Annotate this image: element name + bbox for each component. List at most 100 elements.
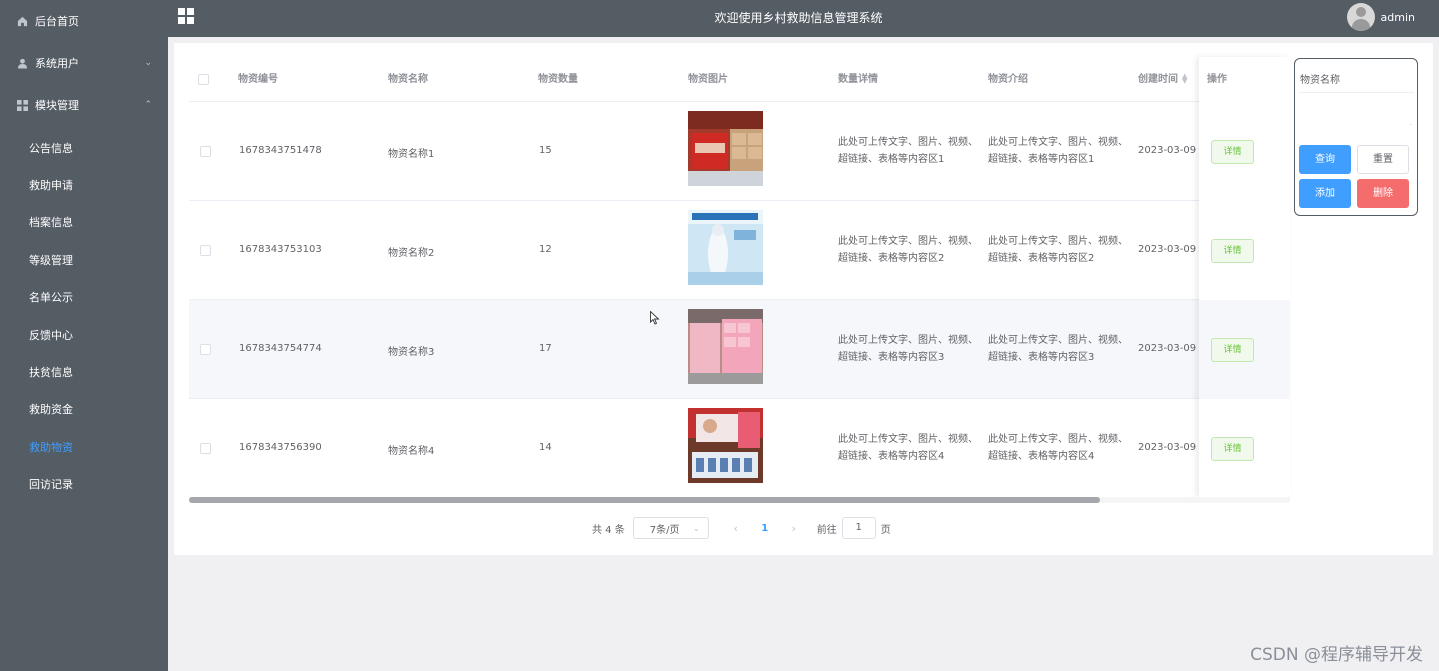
cell-name: 物资名称1 (388, 149, 435, 160)
table-row: 1678343753103 物资名称2 12 此处可上传文字、图片、视频、超链接… (189, 201, 1290, 300)
row-checkbox[interactable] (200, 443, 211, 454)
chevron-down-icon: ⌄ (144, 58, 152, 68)
scrollbar-thumb[interactable] (189, 497, 1100, 503)
content-card: 物资编号 物资名称 物资数量 物资图片 数量详情 物资介绍 创建时间 ▲ ▼ 167… (174, 43, 1433, 555)
data-table: 物资编号 物资名称 物资数量 物资图片 数量详情 物资介绍 创建时间 ▲ ▼ 167… (189, 57, 1290, 505)
mouse-cursor-icon (650, 310, 660, 325)
cell-id: 1678343754774 (239, 343, 322, 354)
cell-id: 1678343751478 (239, 145, 322, 156)
col-header-time[interactable]: 创建时间 ▲ ▼ (1138, 57, 1187, 102)
table-row: 1678343751478 物资名称1 15 此处可上传文字、图片、视频、超链接 (189, 102, 1290, 201)
sidebar-item-system-users-label: 系统用户 (35, 57, 79, 70)
goto-suffix: 页 (880, 524, 891, 536)
sidebar-item-home-label: 后台首页 (35, 15, 79, 28)
cell-intro: 此处可上传文字、图片、视频、超链接、表格等内容区1 (988, 137, 1128, 165)
detail-button[interactable]: 详情 (1211, 239, 1254, 263)
detail-button[interactable]: 详情 (1211, 437, 1254, 461)
search-label: 物资名称 (1300, 75, 1340, 86)
action-cell: 详情 (1199, 300, 1290, 399)
action-cell: 详情 (1199, 399, 1290, 498)
supply-image[interactable] (688, 309, 763, 384)
cell-qty: 12 (539, 244, 552, 255)
cell-qty: 14 (539, 442, 552, 453)
cell-time: 2023-03-09 1 (1138, 442, 1206, 453)
select-all-checkbox[interactable] (198, 74, 209, 85)
cell-name: 物资名称4 (388, 446, 435, 457)
sidebar-item-home[interactable]: 后台首页 (0, 0, 168, 42)
avatar[interactable] (1346, 3, 1375, 31)
goto-label: 前往 (816, 524, 837, 536)
col-header-qty: 物资数量 (538, 74, 578, 85)
sidebar-item-archive[interactable]: 档案信息 (0, 204, 168, 241)
sidebar-item-public-list[interactable]: 名单公示 (0, 279, 168, 316)
action-cell: 详情 (1199, 102, 1290, 201)
cell-id: 1678343756390 (239, 442, 322, 453)
cell-id: 1678343753103 (239, 244, 322, 255)
chevron-down-icon: ⌄ (693, 523, 700, 533)
table-header: 物资编号 物资名称 物资数量 物资图片 数量详情 物资介绍 创建时间 ▲ ▼ (189, 57, 1290, 102)
action-column: 操作 详情 详情 详情 详情 (1199, 57, 1290, 497)
sidebar-item-announcement[interactable]: 公告信息 (0, 129, 168, 166)
sidebar-item-level[interactable]: 等级管理 (0, 241, 168, 278)
search-input[interactable]: . (1299, 92, 1414, 127)
row-checkbox[interactable] (200, 344, 211, 355)
sidebar-item-visit-records[interactable]: 回访记录 (0, 466, 168, 503)
col-header-name: 物资名称 (388, 74, 428, 85)
cell-name: 物资名称2 (388, 248, 435, 259)
action-cell: 详情 (1199, 201, 1290, 300)
cell-time: 2023-03-09 1 (1138, 145, 1206, 156)
goto-page-input[interactable]: 1 (841, 517, 876, 539)
sidebar-item-poverty-info[interactable]: 扶贫信息 (0, 353, 168, 390)
sidebar-item-feedback[interactable]: 反馈中心 (0, 316, 168, 353)
grid-icon (16, 99, 28, 111)
page-number[interactable]: 1 (747, 523, 783, 534)
cell-detail: 此处可上传文字、图片、视频、超链接、表格等内容区2 (838, 236, 978, 264)
cell-intro: 此处可上传文字、图片、视频、超链接、表格等内容区3 (988, 335, 1128, 363)
cell-qty: 15 (539, 145, 552, 156)
sidebar-item-modules-label: 模块管理 (35, 99, 79, 112)
row-checkbox[interactable] (200, 146, 211, 157)
prev-page-button[interactable]: ‹ (725, 522, 747, 535)
cell-detail: 此处可上传文字、图片、视频、超链接、表格等内容区3 (838, 335, 978, 363)
table-row: 1678343754774 物资名称3 17 此处可上传文字、图片、视频、超链接… (189, 300, 1290, 399)
reset-button[interactable]: 重置 (1357, 145, 1409, 174)
next-page-button[interactable]: › (783, 522, 805, 535)
detail-button[interactable]: 详情 (1211, 338, 1254, 362)
user-menu[interactable]: admin (1346, 3, 1415, 31)
col-header-action: 操作 (1207, 74, 1227, 85)
sidebar-item-aid-application[interactable]: 救助申请 (0, 166, 168, 203)
query-button[interactable]: 查询 (1299, 145, 1351, 174)
col-header-id: 物资编号 (238, 74, 278, 85)
horizontal-scrollbar[interactable] (189, 497, 1290, 503)
username: admin (1380, 10, 1415, 24)
watermark: CSDN @程序辅导开发 (1250, 645, 1423, 665)
search-panel: 物资名称 . 查询 重置 添加 删除 (1294, 58, 1418, 216)
home-icon (16, 15, 28, 27)
supply-image[interactable] (688, 111, 763, 186)
supply-image[interactable] (688, 210, 763, 285)
user-icon (16, 57, 28, 69)
row-checkbox[interactable] (200, 245, 211, 256)
cell-time: 2023-03-09 1 (1138, 343, 1206, 354)
chevron-up-icon: ⌃ (144, 100, 152, 110)
detail-button[interactable]: 详情 (1211, 140, 1254, 164)
sort-icon[interactable]: ▲ ▼ (1182, 73, 1187, 85)
supply-image[interactable] (688, 408, 763, 483)
add-button[interactable]: 添加 (1299, 179, 1351, 208)
cell-qty: 17 (539, 343, 552, 354)
cell-detail: 此处可上传文字、图片、视频、超链接、表格等内容区4 (838, 434, 978, 462)
delete-button[interactable]: 删除 (1357, 179, 1409, 208)
page-title: 欢迎使用乡村救助信息管理系统 (714, 11, 883, 25)
sidebar-submenu: 公告信息 救助申请 档案信息 等级管理 名单公示 反馈中心 扶贫信息 救助资金 … (0, 126, 168, 503)
sidebar-item-modules[interactable]: 模块管理 ⌃ (0, 84, 168, 126)
sidebar-item-aid-supplies[interactable]: 救助物资 (0, 428, 168, 465)
page-size-select[interactable]: 7条/页 ⌄ (632, 517, 709, 539)
cell-time: 2023-03-09 1 (1138, 244, 1206, 255)
pagination-total: 共 4 条 (592, 524, 625, 536)
cell-name: 物资名称3 (388, 347, 435, 358)
cell-intro: 此处可上传文字、图片、视频、超链接、表格等内容区2 (988, 236, 1128, 264)
sidebar-item-system-users[interactable]: 系统用户 ⌄ (0, 42, 168, 84)
col-header-image: 物资图片 (688, 74, 728, 85)
resize-handle-icon: . (1409, 118, 1412, 127)
sidebar-item-aid-funds[interactable]: 救助资金 (0, 391, 168, 428)
